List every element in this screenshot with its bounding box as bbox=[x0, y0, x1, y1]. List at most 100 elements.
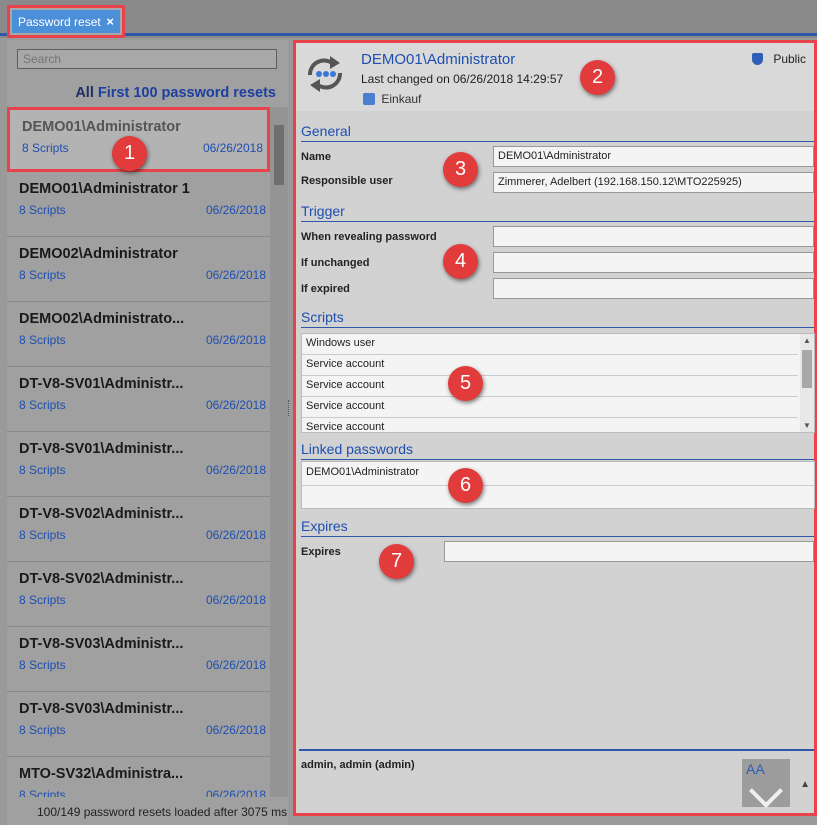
script-row[interactable]: Windows user bbox=[302, 334, 798, 355]
section-linked-passwords: Linked passwords bbox=[301, 441, 814, 460]
list-scrollbar-thumb[interactable] bbox=[274, 125, 284, 185]
list-item-title: DEMO01\Administrator 1 bbox=[19, 181, 190, 197]
list-item-scripts: 8 Scripts bbox=[19, 528, 66, 542]
list-item[interactable]: DT-V8-SV03\Administr... 8 Scripts 06/26/… bbox=[7, 627, 270, 692]
tab-label: Password reset bbox=[18, 15, 101, 29]
list-filter[interactable]: All First 100 password resets bbox=[75, 85, 276, 101]
script-row[interactable]: Service account bbox=[302, 397, 798, 418]
callout-badge: 2 bbox=[580, 60, 615, 95]
list-item-scripts: 8 Scripts bbox=[19, 333, 66, 347]
list-item[interactable]: DT-V8-SV01\Administr... 8 Scripts 06/26/… bbox=[7, 367, 270, 432]
name-field[interactable]: DEMO01\Administrator bbox=[493, 146, 814, 167]
list-item[interactable]: DT-V8-SV03\Administr... 8 Scripts 06/26/… bbox=[7, 692, 270, 757]
tab-password-reset[interactable]: Password reset × bbox=[7, 5, 125, 38]
list-item-scripts: 8 Scripts bbox=[22, 141, 69, 155]
list-item[interactable]: MTO-SV32\Administra... 8 Scripts 06/26/2… bbox=[7, 757, 270, 797]
close-icon[interactable]: × bbox=[106, 14, 114, 29]
script-row[interactable]: Service account bbox=[302, 355, 798, 376]
scroll-down-icon[interactable]: ▼ bbox=[803, 421, 811, 430]
list-item-title: DT-V8-SV03\Administr... bbox=[19, 701, 184, 717]
panel-splitter-handle[interactable] bbox=[288, 400, 291, 416]
script-row[interactable]: Service account bbox=[302, 418, 798, 432]
list-item-title: DT-V8-SV02\Administr... bbox=[19, 571, 184, 587]
callout-badge: 6 bbox=[448, 468, 483, 503]
if-unchanged-field[interactable] bbox=[493, 252, 814, 273]
list-item[interactable]: DT-V8-SV02\Administr... 8 Scripts 06/26/… bbox=[7, 562, 270, 627]
list-item[interactable]: DEMO01\Administrator 1 8 Scripts 06/26/2… bbox=[7, 172, 270, 237]
responsible-user-field[interactable]: Zimmerer, Adelbert (192.168.150.12\MTO22… bbox=[493, 172, 814, 193]
detail-header: DEMO01\Administrator Last changed on 06/… bbox=[296, 43, 814, 111]
callout-badge: 7 bbox=[379, 544, 414, 579]
list-item-date: 06/26/2018 bbox=[205, 333, 266, 347]
list-item-date: 06/26/2018 bbox=[205, 268, 266, 282]
password-reset-icon bbox=[308, 56, 342, 92]
scripts-scrollbar[interactable]: ▲ ▼ bbox=[800, 334, 814, 432]
name-label: Name bbox=[301, 151, 331, 163]
scroll-up-icon[interactable]: ▲ bbox=[803, 336, 811, 345]
list-item-date: 06/26/2018 bbox=[205, 593, 266, 607]
list-item-title: DT-V8-SV01\Administr... bbox=[19, 441, 184, 457]
scroll-up-icon[interactable]: ▲ bbox=[800, 779, 810, 790]
list-item-scripts: 8 Scripts bbox=[19, 593, 66, 607]
list-item-title: MTO-SV32\Administra... bbox=[19, 766, 184, 782]
load-status: 100/149 password resets loaded after 307… bbox=[37, 805, 288, 819]
list-item[interactable]: DT-V8-SV01\Administr... 8 Scripts 06/26/… bbox=[7, 432, 270, 497]
aa-label: AA bbox=[746, 761, 765, 777]
responsible-user-label: Responsible user bbox=[301, 175, 393, 187]
shield-icon bbox=[751, 53, 763, 65]
organisation-icon bbox=[363, 93, 375, 105]
script-row[interactable]: Service account bbox=[302, 376, 798, 397]
visibility-badge: Public bbox=[751, 52, 806, 66]
when-revealing-field[interactable] bbox=[493, 226, 814, 247]
list-item-date: 06/26/2018 bbox=[205, 463, 266, 477]
list-item-date: 06/26/2018 bbox=[205, 398, 266, 412]
list-item-title: DEMO02\Administrato... bbox=[19, 311, 185, 327]
list-item-date: 06/26/2018 bbox=[202, 141, 263, 155]
list-item-scripts: 8 Scripts bbox=[19, 723, 66, 737]
list-item-title: DEMO01\Administrator bbox=[22, 119, 181, 135]
if-expired-label: If expired bbox=[301, 283, 350, 295]
callout-badge: 4 bbox=[443, 244, 478, 279]
list-item-title: DT-V8-SV01\Administr... bbox=[19, 376, 184, 392]
scripts-list: Windows user Service account Service acc… bbox=[301, 333, 815, 433]
password-reset-list: DEMO01\Administrator 8 Scripts 06/26/201… bbox=[7, 107, 270, 797]
linked-password-row[interactable]: DEMO01\Administrator bbox=[302, 462, 814, 486]
tab-bar: Password reset × bbox=[0, 0, 817, 38]
if-unchanged-label: If unchanged bbox=[301, 257, 370, 269]
section-trigger: Trigger bbox=[301, 203, 814, 222]
section-scripts: Scripts bbox=[301, 309, 814, 328]
list-item-date: 06/26/2018 bbox=[205, 528, 266, 542]
last-changed: Last changed on 06/26/2018 14:29:57 bbox=[361, 72, 564, 86]
organisation-unit: Einkauf bbox=[363, 92, 421, 106]
list-item-scripts: 8 Scripts bbox=[19, 268, 66, 282]
list-item-date: 06/26/2018 bbox=[205, 723, 266, 737]
list-item-scripts: 8 Scripts bbox=[19, 463, 66, 477]
callout-badge: 5 bbox=[448, 366, 483, 401]
list-item-scripts: 8 Scripts bbox=[19, 658, 66, 672]
detail-title: DEMO01\Administrator bbox=[361, 51, 516, 68]
expand-button[interactable]: AA bbox=[742, 759, 790, 808]
if-expired-field[interactable] bbox=[493, 278, 814, 299]
when-revealing-label: When revealing password bbox=[301, 231, 437, 243]
list-item[interactable]: DT-V8-SV02\Administr... 8 Scripts 06/26/… bbox=[7, 497, 270, 562]
filter-all[interactable]: All bbox=[75, 85, 94, 101]
detail-panel: DEMO01\Administrator Last changed on 06/… bbox=[293, 40, 817, 816]
footer-user: admin, admin (admin) bbox=[301, 759, 415, 771]
callout-badge: 1 bbox=[112, 136, 147, 171]
list-item[interactable]: DEMO02\Administrator 8 Scripts 06/26/201… bbox=[7, 237, 270, 302]
scripts-scrollbar-thumb[interactable] bbox=[802, 350, 812, 388]
footer-divider bbox=[299, 749, 814, 751]
linked-passwords-list: DEMO01\Administrator bbox=[301, 461, 815, 509]
list-item[interactable]: DEMO02\Administrato... 8 Scripts 06/26/2… bbox=[7, 302, 270, 367]
section-general: General bbox=[301, 123, 814, 142]
list-item-title: DEMO02\Administrator bbox=[19, 246, 178, 262]
expires-field[interactable] bbox=[444, 541, 814, 562]
list-item-date: 06/26/2018 bbox=[205, 658, 266, 672]
filter-range[interactable]: First 100 password resets bbox=[98, 85, 276, 101]
callout-badge: 3 bbox=[443, 152, 478, 187]
list-scrollbar[interactable] bbox=[270, 107, 288, 797]
search-input[interactable] bbox=[17, 49, 277, 69]
section-expires: Expires bbox=[301, 518, 814, 537]
chevron-down-icon bbox=[749, 774, 783, 808]
list-item-date: 06/26/2018 bbox=[205, 788, 266, 797]
